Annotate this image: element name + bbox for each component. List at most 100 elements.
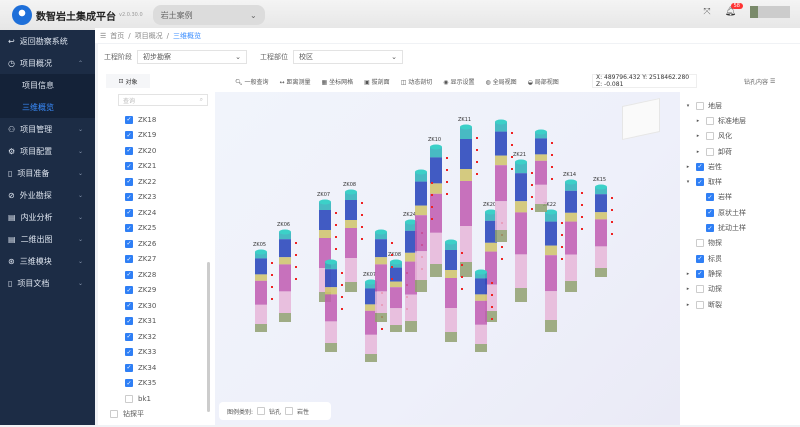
layer-item[interactable]: ▸ 断裂 — [680, 297, 800, 312]
borehole[interactable]: ZK05 — [253, 242, 273, 332]
stage-select[interactable]: 初步勘察 ⌄ — [137, 50, 247, 64]
checkbox[interactable]: ✓ — [125, 332, 133, 341]
menu-toggle-icon[interactable]: ☰ — [100, 32, 106, 40]
checkbox[interactable]: ✓ — [125, 177, 133, 186]
caret-icon[interactable]: ▾ — [684, 179, 692, 185]
legend-checkbox-lithology[interactable] — [285, 407, 294, 415]
tree-item[interactable]: ✓ ZK34 — [108, 360, 212, 376]
tree-item[interactable]: bk1 — [108, 391, 212, 407]
checkbox[interactable]: ✓ — [125, 131, 133, 140]
checkbox[interactable]: ✓ — [696, 269, 704, 278]
checkbox[interactable]: ✓ — [696, 178, 704, 187]
borehole[interactable]: ZK22 — [543, 202, 563, 332]
layer-item[interactable]: ✓ 扰动土样 — [680, 220, 800, 235]
checkbox[interactable]: ✓ — [125, 270, 133, 279]
layer-item[interactable]: ▸ 标准地层 — [680, 113, 800, 128]
avatar[interactable] — [750, 6, 790, 18]
sidebar-item[interactable]: ▯ 项目准备 ⌄ — [0, 162, 95, 184]
sidebar-item-project-info[interactable]: 项目信息 — [0, 74, 95, 96]
caret-icon[interactable]: ▾ — [684, 103, 692, 109]
sidebar-item[interactable]: ▤ 内业分析 ⌄ — [0, 206, 95, 228]
tree-item[interactable]: ✓ ZK20 — [108, 143, 212, 159]
tree-item[interactable]: ✓ ZK32 — [108, 329, 212, 345]
tree-item[interactable]: ✓ ZK23 — [108, 190, 212, 206]
drill-content-button[interactable]: 钻孔内容 ☰ — [744, 74, 775, 88]
tree-footer-item[interactable]: 钻探平 — [108, 407, 212, 423]
tree-item[interactable]: ✓ ZK18 — [108, 112, 212, 128]
caret-icon[interactable]: ▸ — [684, 302, 692, 308]
borehole[interactable]: ZK21 — [513, 152, 533, 302]
scrollbar[interactable] — [207, 262, 210, 412]
checkbox[interactable]: ✓ — [125, 239, 133, 248]
checkbox[interactable]: ✓ — [706, 208, 714, 217]
caret-icon[interactable]: ▸ — [684, 286, 692, 292]
layer-item[interactable]: ✓ 原状土样 — [680, 205, 800, 220]
caret-icon[interactable]: ▸ — [684, 271, 692, 277]
layer-item[interactable]: ▸ 风化 — [680, 129, 800, 144]
checkbox[interactable] — [696, 300, 704, 309]
project-select[interactable]: 岩土案例 ⌄ — [152, 5, 265, 25]
tree-item[interactable]: ✓ ZK26 — [108, 236, 212, 252]
layer-item[interactable]: ▾ ✓ 取样 — [680, 174, 800, 189]
checkbox[interactable]: ✓ — [125, 255, 133, 264]
tool-button[interactable]: ▣ 拔剖面 — [364, 77, 390, 86]
checkbox[interactable]: ✓ — [125, 224, 133, 233]
crumb-overview[interactable]: 项目概况 — [135, 31, 163, 41]
tree-item[interactable]: ✓ ZK22 — [108, 174, 212, 190]
bell-button[interactable]: 🔔︎ 58 — [725, 3, 743, 17]
caret-icon[interactable]: ▸ — [684, 164, 692, 170]
layer-item[interactable]: ▸ ✓ 静探 — [680, 266, 800, 281]
checkbox[interactable] — [706, 116, 714, 125]
checkbox[interactable] — [696, 285, 704, 294]
caret-icon[interactable]: ▸ — [694, 133, 702, 139]
tree-item[interactable]: ✓ ZK25 — [108, 221, 212, 237]
checkbox[interactable]: ✓ — [706, 193, 714, 202]
checkbox[interactable] — [110, 410, 118, 419]
checkbox[interactable]: ✓ — [125, 317, 133, 326]
tool-button[interactable]: ◫ 动态剖切 — [401, 77, 433, 86]
checkbox[interactable]: ✓ — [125, 379, 133, 388]
borehole[interactable] — [325, 259, 343, 353]
layer-item[interactable]: ▸ 动探 — [680, 282, 800, 297]
checkbox[interactable]: ✓ — [125, 193, 133, 202]
checkbox[interactable]: ✓ — [125, 162, 133, 171]
caret-icon[interactable]: ▸ — [694, 149, 702, 155]
tree-item[interactable]: ✓ ZK31 — [108, 314, 212, 330]
crumb-home[interactable]: 首页 — [110, 31, 124, 41]
layer-item[interactable]: ▸ 卸荷 — [680, 144, 800, 159]
borehole-model[interactable]: ZK05 ZK06 ZK07 ZK08 ZK07 ZK08 ZK10 ZK11 ZK14 ZK15… — [215, 92, 680, 425]
sidebar-item[interactable]: ⊛ 三维模块 ⌄ — [0, 250, 95, 272]
checkbox[interactable]: ✓ — [696, 254, 704, 263]
layer-item[interactable]: ▾ 地层 — [680, 98, 800, 113]
back-button[interactable]: ↩ 返回勘察系统 — [0, 30, 95, 52]
tree-item[interactable]: ✓ ZK27 — [108, 252, 212, 268]
borehole[interactable]: ZK15 — [593, 177, 613, 277]
layer-item[interactable]: ✓ 岩样 — [680, 190, 800, 205]
checkbox[interactable] — [125, 394, 133, 403]
sidebar-item-overview[interactable]: ◷ 项目概况 ⌃ — [0, 52, 95, 74]
borehole[interactable] — [495, 119, 513, 243]
sidebar-item[interactable]: ▯ 项目文档 ⌄ — [0, 272, 95, 294]
search-input[interactable]: 查询 ⌕ — [118, 94, 208, 106]
sidebar-item[interactable]: ▤ 二维出图 ⌄ — [0, 228, 95, 250]
borehole[interactable]: ZK06 — [277, 222, 297, 322]
checkbox[interactable]: ✓ — [696, 162, 704, 171]
tool-button[interactable]: 🔍︎ 一般查询 — [235, 77, 269, 86]
checkbox[interactable] — [706, 132, 714, 141]
sidebar-item[interactable]: ⚇ 项目管理 ⌄ — [0, 118, 95, 140]
tree-item[interactable]: ✓ ZK24 — [108, 205, 212, 221]
sidebar-item[interactable]: ⊘ 外业勘探 ⌄ — [0, 184, 95, 206]
tree-item[interactable]: ✓ ZK35 — [108, 376, 212, 392]
caret-icon[interactable]: ▸ — [694, 118, 702, 124]
checkbox[interactable]: ✓ — [125, 286, 133, 295]
checkbox[interactable] — [706, 147, 714, 156]
tool-button[interactable]: ◒ 局部视图 — [528, 77, 559, 86]
checkbox[interactable]: ✓ — [125, 348, 133, 357]
checkbox[interactable]: ✓ — [125, 363, 133, 372]
checkbox[interactable] — [696, 101, 704, 110]
object-button[interactable]: ⊡ 对象 — [106, 74, 150, 88]
checkbox[interactable]: ✓ — [125, 208, 133, 217]
tree-item[interactable]: ✓ ZK21 — [108, 159, 212, 175]
tree-item[interactable]: ✓ ZK19 — [108, 128, 212, 144]
checkbox[interactable]: ✓ — [125, 115, 133, 124]
